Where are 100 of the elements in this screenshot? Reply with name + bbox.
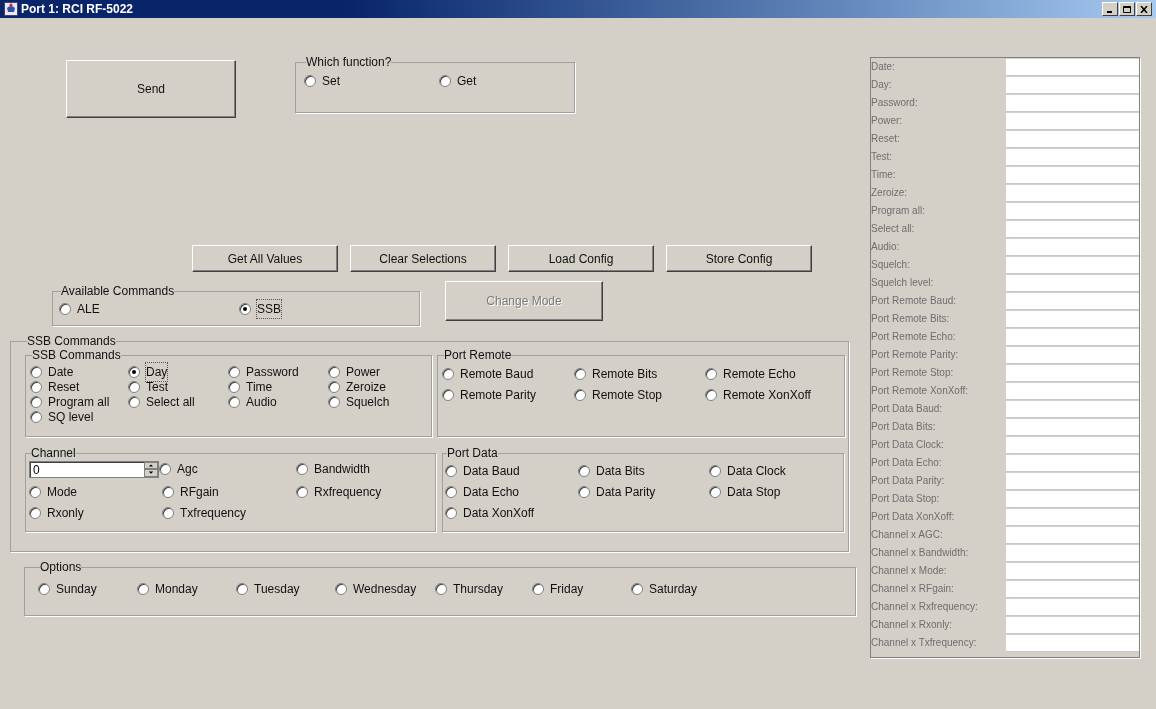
radio-button[interactable] (574, 367, 586, 380)
result-label: Date: (871, 60, 896, 74)
radio-option[interactable]: Test (128, 379, 228, 394)
result-label: Reset: (871, 132, 901, 146)
radio-option[interactable]: Select all (128, 394, 228, 409)
spinner-value: 0 (32, 462, 41, 477)
radio-option[interactable]: Set (304, 73, 439, 88)
result-label: Port Data Bits: (871, 420, 937, 434)
send-button[interactable]: Send (66, 60, 236, 118)
radio-option[interactable]: Data Parity (578, 484, 709, 499)
radio-option[interactable]: Monday (137, 581, 236, 596)
radio-option[interactable]: Squelch (328, 394, 428, 409)
group-title: Port Data (447, 446, 498, 460)
radio-button[interactable] (328, 395, 340, 408)
radio-option[interactable]: Time (228, 379, 328, 394)
result-label: Channel x Rxfrequency: (871, 600, 979, 614)
radio-option[interactable]: Txfrequency (162, 505, 296, 520)
radio-option[interactable]: Friday (532, 581, 631, 596)
radio-option[interactable]: Get (439, 73, 574, 88)
radio-option[interactable]: Program all (30, 394, 128, 409)
radio-option[interactable]: Thursday (435, 581, 532, 596)
radio-option[interactable]: Agc (159, 461, 296, 476)
result-label: Squelch: (871, 258, 911, 272)
radio-option[interactable]: SSB (239, 301, 419, 316)
radio-button[interactable] (228, 365, 240, 378)
radio-option[interactable]: Data Echo (445, 484, 578, 499)
radio-option[interactable]: Wednesday (335, 581, 435, 596)
radio-option[interactable]: Rxonly (29, 505, 162, 520)
radio-button[interactable] (162, 506, 174, 519)
radio-button[interactable] (705, 367, 717, 380)
result-label: Channel x RFgain: (871, 582, 955, 596)
spinner-field[interactable]: 0 (29, 461, 159, 478)
radio-option[interactable]: Remote XonXoff (705, 387, 835, 402)
result-label: Port Remote Stop: (871, 366, 955, 380)
radio-button[interactable] (128, 380, 140, 393)
radio-option[interactable]: Date (30, 364, 128, 379)
radio-option[interactable]: Audio (228, 394, 328, 409)
group-title: SSB Commands (27, 334, 116, 348)
result-label: Channel x AGC: (871, 528, 944, 542)
radio-option[interactable]: Data Stop (709, 484, 839, 499)
minimize-button[interactable] (1102, 2, 1118, 16)
result-label: Channel x Rxonly: (871, 618, 954, 632)
radio-option[interactable]: Remote Echo (705, 366, 835, 381)
close-icon[interactable] (1140, 5, 1148, 13)
radio-option[interactable]: ALE (59, 301, 239, 316)
radio-option[interactable]: Sunday (38, 581, 137, 596)
maximize-icon[interactable] (1123, 5, 1131, 13)
radio-option[interactable]: Bandwidth (296, 461, 426, 476)
result-label: Select all: (871, 222, 916, 236)
radio-option[interactable]: Tuesday (236, 581, 335, 596)
result-label: Day: (871, 78, 893, 92)
radio-option[interactable]: Data Baud (445, 463, 578, 478)
maximize-button[interactable] (1119, 2, 1135, 16)
group-title: Port Remote (444, 348, 512, 362)
radio-option[interactable]: Remote Baud (442, 366, 574, 381)
result-label: Channel x Txfrequency: (871, 636, 978, 650)
radio-option[interactable]: Data XonXoff (445, 505, 578, 520)
radio-option[interactable]: Power (328, 364, 428, 379)
radio-option[interactable]: Remote Bits (574, 366, 705, 381)
radio-option[interactable]: Remote Stop (574, 387, 705, 402)
result-label: Port Data Stop: (871, 492, 941, 506)
command-button[interactable]: Load Config (508, 245, 654, 272)
spin-down-icon[interactable] (144, 469, 158, 477)
result-label: Power: (871, 114, 904, 128)
radio-option[interactable]: Password (228, 364, 328, 379)
radio-button[interactable] (335, 582, 347, 595)
result-label: Audio: (871, 240, 901, 254)
radio-button[interactable] (239, 302, 251, 315)
radio-option[interactable]: Day (128, 364, 228, 379)
spin-up-icon[interactable] (144, 462, 158, 469)
result-label: Port Remote XonXoff: (871, 384, 970, 398)
result-label: Port Remote Parity: (871, 348, 960, 362)
result-label: Channel x Mode: (871, 564, 948, 578)
command-button[interactable]: Store Config (666, 245, 812, 272)
radio-option[interactable]: Reset (30, 379, 128, 394)
radio-option[interactable]: SQ level (30, 409, 128, 424)
command-button[interactable]: Get All Values (192, 245, 338, 272)
command-button[interactable]: Clear Selections (350, 245, 496, 272)
radio-option[interactable]: Zeroize (328, 379, 428, 394)
radio-option[interactable]: Data Clock (709, 463, 839, 478)
group-title: Available Commands (61, 284, 175, 298)
radio-option[interactable]: Rxfrequency (296, 484, 426, 499)
radio-button[interactable] (59, 302, 71, 315)
radio-option[interactable]: Mode (29, 484, 162, 499)
radio-button[interactable] (296, 485, 308, 498)
result-label: Port Data XonXoff: (871, 510, 956, 524)
radio-button[interactable] (236, 582, 248, 595)
radio-button[interactable] (228, 395, 240, 408)
radio-option[interactable]: Remote Parity (442, 387, 574, 402)
radio-option[interactable]: Data Bits (578, 463, 709, 478)
result-label: Port Remote Bits: (871, 312, 951, 326)
radio-button[interactable] (578, 485, 590, 498)
radio-button[interactable] (30, 410, 42, 423)
radio-option[interactable]: Saturday (631, 581, 731, 596)
result-label: Zeroize: (871, 186, 909, 200)
result-label: Channel x Bandwidth: (871, 546, 970, 560)
radio-option[interactable]: RFgain (162, 484, 296, 499)
close-button[interactable] (1136, 2, 1152, 16)
result-label: Port Remote Baud: (871, 294, 958, 308)
radio-button[interactable] (296, 462, 308, 475)
